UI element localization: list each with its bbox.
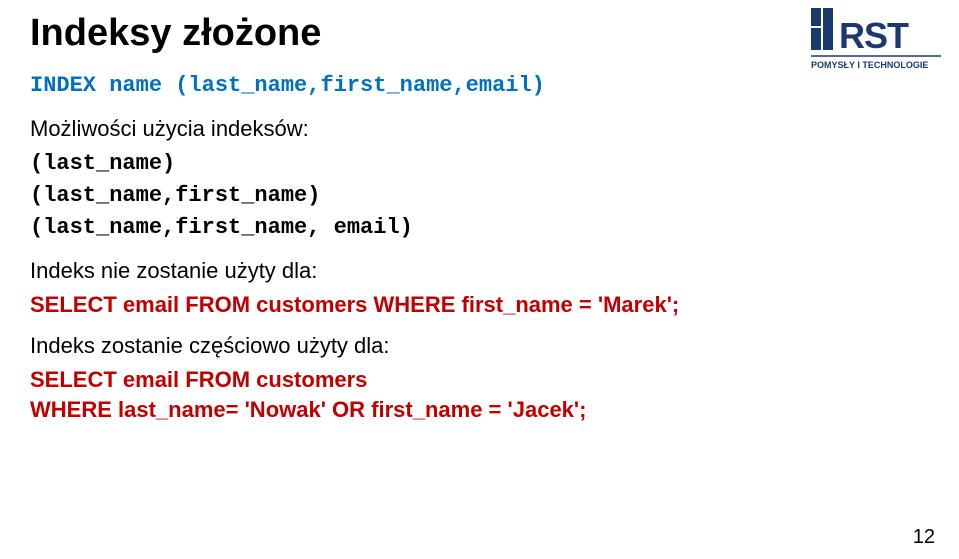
- rst-logo: RST POMYSŁY I TECHNOLOGIE: [811, 6, 941, 79]
- sql-line-2: WHERE last_name= 'Nowak' OR first_name =…: [30, 395, 929, 425]
- svg-text:RST: RST: [839, 15, 909, 56]
- page-number: 12: [913, 526, 935, 549]
- sql-not-used: SELECT email FROM customers WHERE first_…: [30, 290, 929, 320]
- combo-line: (last_name,first_name): [30, 180, 929, 212]
- combo-line: (last_name): [30, 148, 929, 180]
- index-definition: INDEX name (last_name,first_name,email): [30, 73, 929, 98]
- sql-partial-use: SELECT email FROM customers WHERE last_n…: [30, 365, 929, 424]
- combo-line: (last_name,first_name, email): [30, 212, 929, 244]
- not-used-label: Indeks nie zostanie użyty dla:: [30, 258, 929, 284]
- possibilities-label: Możliwości użycia indeksów:: [30, 116, 929, 142]
- sql-line-1: SELECT email FROM customers: [30, 365, 929, 395]
- partial-use-label: Indeks zostanie częściowo użyty dla:: [30, 333, 929, 359]
- index-combinations: (last_name) (last_name,first_name) (last…: [30, 148, 929, 244]
- slide-title: Indeksy złożone: [30, 12, 929, 55]
- svg-text:POMYSŁY I TECHNOLOGIE: POMYSŁY I TECHNOLOGIE: [811, 60, 928, 70]
